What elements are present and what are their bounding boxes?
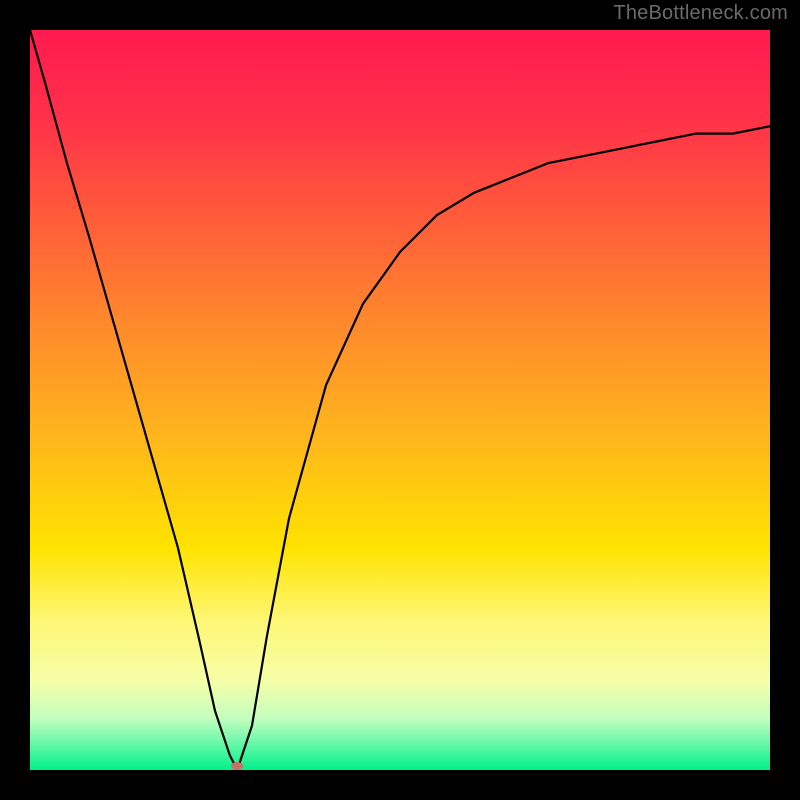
watermark-text: TheBottleneck.com (613, 2, 788, 25)
minimum-marker (231, 762, 243, 770)
bottleneck-curve (30, 30, 770, 770)
curve-path (30, 30, 770, 770)
chart-container: TheBottleneck.com (0, 0, 800, 800)
plot-area (30, 30, 770, 770)
